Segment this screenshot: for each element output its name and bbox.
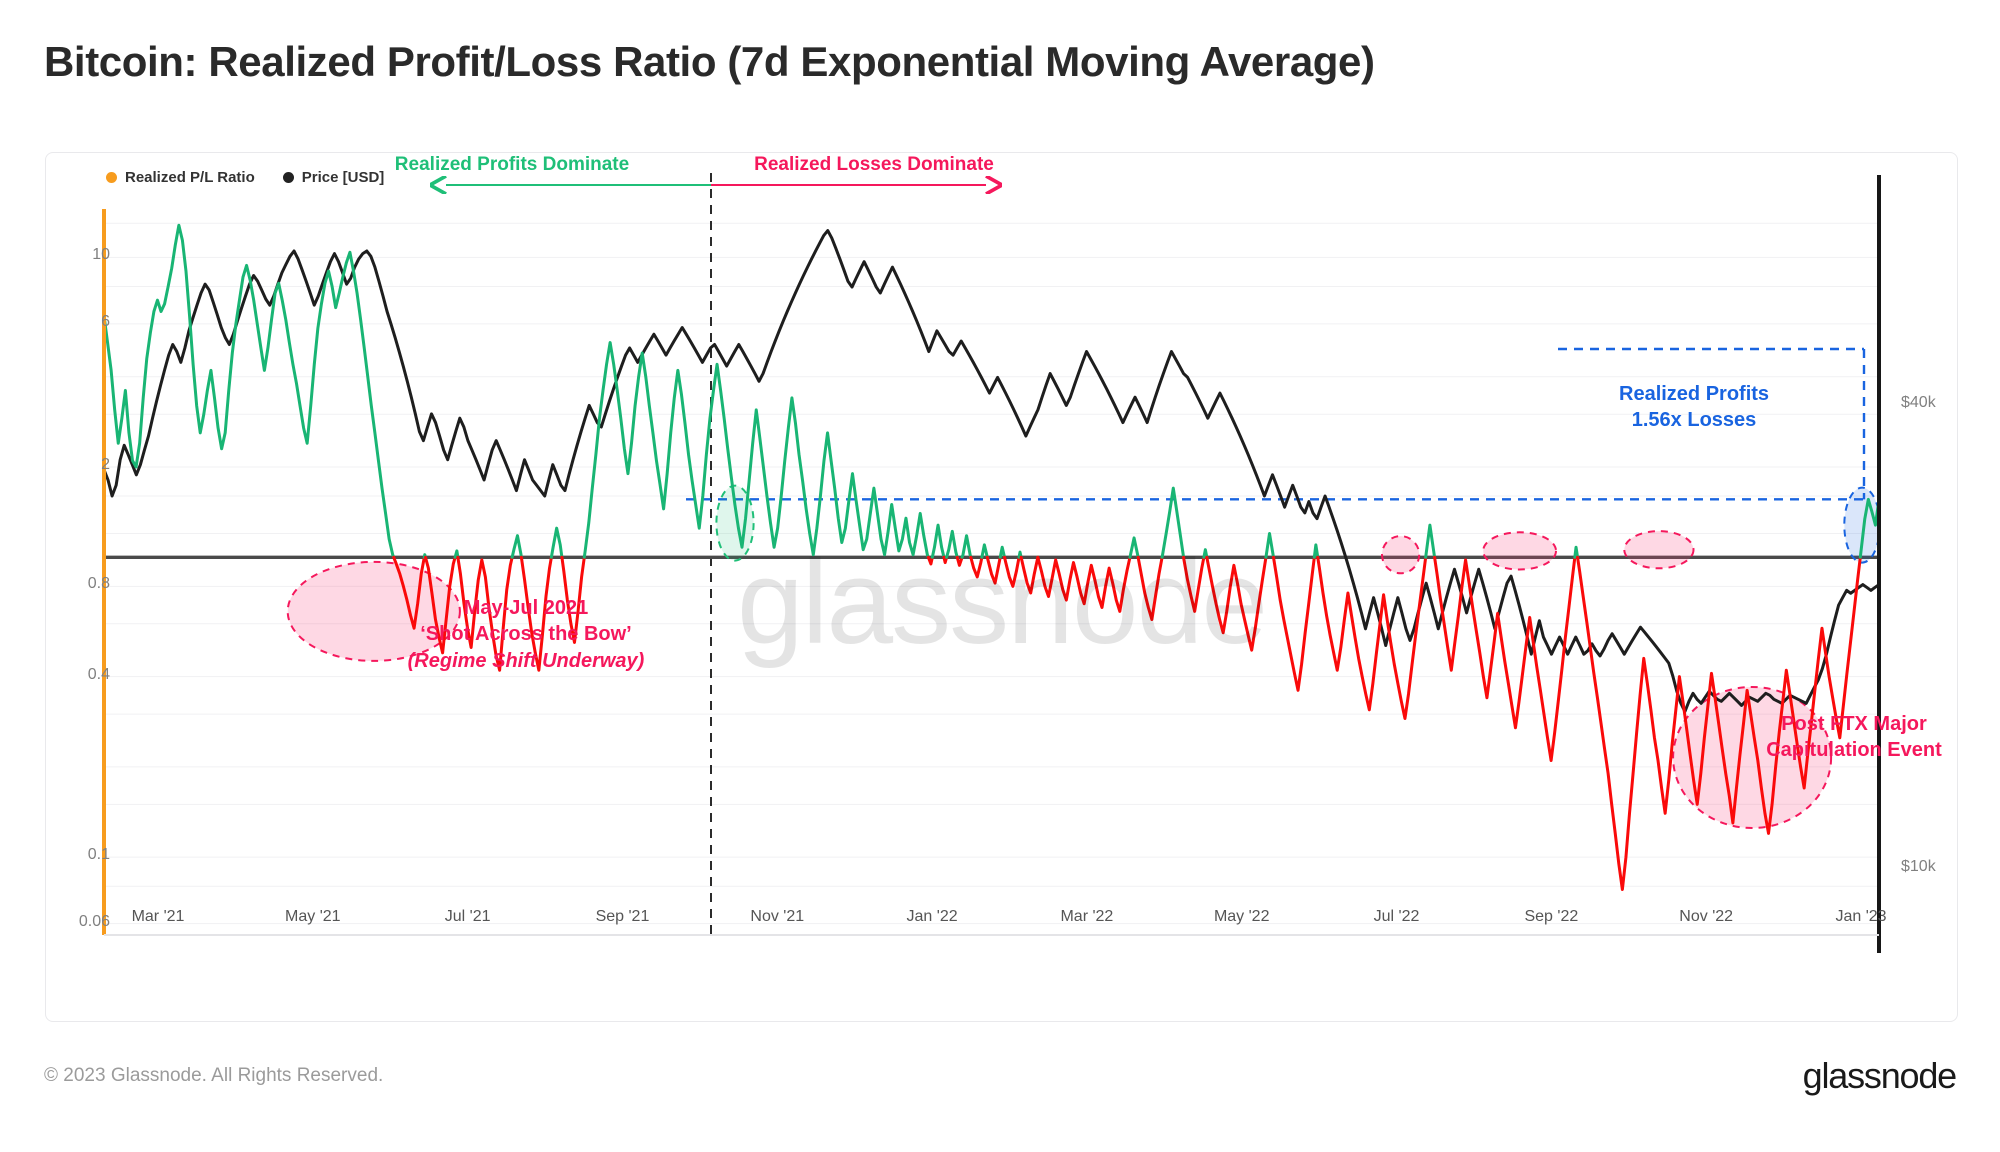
x-tick-9: Sep '22 [1524,908,1579,925]
ratio-loss-segment [1182,555,1206,613]
glassnode-logo: glassnode [1802,1055,1958,1096]
x-tick-0: Mar '21 [131,908,185,925]
legend-swatch-price [282,172,294,183]
annotation-blue-line2: 1.56x Losses [1631,409,1757,431]
highlight-bounce-nov-22 [1623,530,1695,570]
legend-label-ratio: Realized P/L Ratio [125,169,255,186]
y-tick-6: 0.06 [78,912,110,930]
annotation-profits-dominate: Realized Profits Dominate [394,154,630,175]
legend-item-price[interactable]: Price [USD] [282,169,385,186]
ratio-profit-segment [980,543,989,559]
annotation-shot-across-the-bow: May-Jul 2021 ‘Shot Across the Bow’ (Regi… [386,595,666,674]
ratio-profit-segment [510,534,523,559]
x-tick-4: Nov '21 [750,908,805,925]
ratio-profit-segment [1573,545,1580,559]
x-tick-7: May '22 [1213,908,1270,925]
x-tick-8: Jul '22 [1373,908,1420,925]
y-tick-price-0: $40k [1901,394,1936,412]
legend-label-price: Price [USD] [301,169,385,186]
annotation-post-ftx-capitulation: Post FTX Major Capitulation Event [1734,712,1957,763]
ratio-profit-segment [930,523,946,559]
y-tick-5: 0.1 [87,846,110,864]
ratio-profit-segment [1312,543,1320,559]
highlight-bounce-aug-22 [1482,531,1557,571]
y-tick-3: 0.8 [87,575,110,593]
annotation-ftx-line2: Capitulation Event [1766,738,1942,761]
legend-item-ratio[interactable]: Realized P/L Ratio [106,169,255,186]
ratio-loss-segment [1136,555,1164,622]
x-tick-6: Mar '22 [1060,908,1114,925]
chart-legend: Realized P/L Ratio Price [USD] [106,169,384,186]
x-tick-5: Jan '22 [906,908,958,925]
annotation-blue-line1: Realized Profits [1619,383,1770,405]
ratio-profit-segment [104,223,396,559]
x-tick-10: Nov '22 [1679,908,1734,925]
ratio-profit-segment [945,529,959,559]
annotation-realized-profits-multiple: Realized Profits 1.56x Losses [1619,381,1769,433]
ratio-profit-segment [1264,532,1275,559]
x-tick-2: Jul '21 [444,908,491,925]
y-tick-0: 10 [92,246,110,264]
annotation-losses-dominate: Realized Losses Dominate [754,154,994,175]
ratio-profit-segment [1128,536,1140,559]
ratio-loss-segment [1205,555,1268,652]
legend-swatch-ratio [106,172,117,183]
annotation-sab-line2: ‘Shot Across the Bow’ [420,623,632,646]
plot-area [102,173,1881,953]
ratio-profit-segment [549,526,564,559]
ratio-loss-segment [969,555,984,579]
x-tick-3: Sep '21 [595,908,650,925]
x-tick-11: Jan '23 [1835,908,1887,925]
chart-card: Realized P/L Ratio Price [USD] glassnode [45,152,1958,1022]
copyright-text: © 2023 Glassnode. All Rights Reserved. [44,1065,384,1086]
chart-page: Bitcoin: Realized Profit/Loss Ratio (7d … [0,0,2000,1152]
y-tick-1: 6 [101,312,110,330]
ratio-loss-segment [1003,555,1021,588]
annotation-sab-line3: (Regime Shift Underway) [407,649,645,672]
y-tick-4: 0.4 [87,665,110,683]
ratio-profit-segment [960,534,973,559]
x-tick-1: May '21 [285,908,341,925]
ratio-loss-segment [1019,555,1040,595]
highlight-bounce-jun-22 [1381,535,1421,575]
page-title: Bitcoin: Realized Profit/Loss Ratio (7d … [44,38,1375,85]
annotation-sab-line1: May-Jul 2021 [463,597,589,619]
y-tick-price-1: $10k [1901,857,1936,875]
ratio-loss-segment [985,555,1002,585]
ratio-profit-segment [1424,523,1437,559]
ratio-profit-segment [1160,486,1186,559]
ratio-loss-segment [1036,555,1132,613]
annotation-ftx-line1: Post FTX Major [1781,713,1927,735]
y-tick-2: 2 [101,455,110,473]
